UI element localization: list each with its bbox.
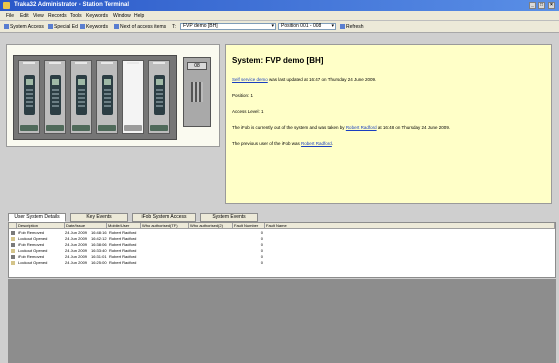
menu-window[interactable]: Window xyxy=(113,13,131,19)
menu-edit[interactable]: Edit xyxy=(20,13,29,19)
tab-ifob-system-access[interactable]: iFob System Access xyxy=(132,213,196,222)
position-select[interactable]: Position 001 - 008 ▾ xyxy=(278,23,336,30)
tab-system-events[interactable]: System Events xyxy=(200,213,258,222)
menu-file[interactable]: File xyxy=(6,13,14,19)
next-access-button[interactable]: Next of access items xyxy=(114,24,166,30)
cabinet-slot[interactable] xyxy=(18,60,40,134)
chevron-down-icon: ▾ xyxy=(331,23,334,29)
user-link[interactable]: Robert Radford xyxy=(346,125,377,130)
combo-label: T: xyxy=(172,24,176,30)
refresh-button[interactable]: Refresh xyxy=(340,24,364,30)
chevron-down-icon: ▾ xyxy=(271,23,274,29)
ifob-icon xyxy=(50,75,61,115)
ifob-icon xyxy=(76,75,87,115)
refresh-icon xyxy=(340,24,345,29)
row-icon xyxy=(11,237,15,241)
ifob-icon xyxy=(102,75,113,115)
info-line-access-level: Access Level: 1 xyxy=(232,109,264,114)
column-header-icon xyxy=(9,223,17,229)
column-header-fault-number[interactable]: Fault Number xyxy=(233,223,265,229)
keypad-unit: 08 xyxy=(183,57,211,127)
row-icon xyxy=(11,249,15,253)
keyword-icon xyxy=(80,24,85,29)
row-icon xyxy=(11,261,15,265)
column-header-authorised-1[interactable]: Who authorised(TF) xyxy=(141,223,189,229)
info-panel: System: FVP demo [BH] Self service demo … xyxy=(225,44,552,204)
menu-records[interactable]: Records xyxy=(48,13,67,19)
column-header-authorised-2[interactable]: Who authorised(2) xyxy=(189,223,233,229)
system-access-button[interactable]: System Access xyxy=(4,24,44,30)
info-line-status: The iFob is currently out of the system … xyxy=(232,125,451,130)
menu-bar: File Edit View Records Tools Keywords Wi… xyxy=(0,11,559,21)
keypad-display: 08 xyxy=(187,62,207,70)
table-row[interactable]: Lockout Opened 24 Jun 2009 16:25:00 Robe… xyxy=(9,260,555,266)
cabinet-slot[interactable] xyxy=(70,60,92,134)
ifob-icon xyxy=(24,75,35,115)
key-cabinet xyxy=(13,55,177,140)
tab-key-events[interactable]: Key Events xyxy=(70,213,128,222)
key-icon xyxy=(48,24,53,29)
maximize-button[interactable]: □ xyxy=(538,2,545,9)
app-icon xyxy=(3,2,10,9)
menu-view[interactable]: View xyxy=(33,13,44,19)
column-header-description[interactable]: Description xyxy=(17,223,65,229)
menu-help[interactable]: Help xyxy=(134,13,144,19)
row-icon xyxy=(11,255,15,259)
info-line-updated: Self service demo was last updated at 16… xyxy=(232,77,377,82)
window-title: Traka32 Administrator - Station Terminal xyxy=(14,2,130,8)
empty-workspace xyxy=(8,279,556,363)
menu-keywords[interactable]: Keywords xyxy=(86,13,108,19)
ifob-icon xyxy=(154,75,165,115)
row-icon xyxy=(11,231,15,235)
next-icon xyxy=(114,24,119,29)
title-bar: Traka32 Administrator - Station Terminal… xyxy=(0,0,559,11)
column-header-fault-name[interactable]: Fault Name xyxy=(265,223,555,229)
column-header-date[interactable]: Date/Issue xyxy=(65,223,107,229)
system-title: System: FVP demo [BH] xyxy=(232,56,324,65)
keypad-icon xyxy=(191,82,203,102)
minimize-button[interactable]: _ xyxy=(529,2,536,9)
events-table[interactable]: Description Date/Issue Mobile/User Who a… xyxy=(8,222,556,278)
cabinet-slot-empty[interactable] xyxy=(122,60,144,134)
toolbar: System Access Special Ed Keywords Next o… xyxy=(0,21,559,33)
user-icon xyxy=(4,24,9,29)
cabinet-panel: 08 xyxy=(6,44,220,147)
cabinet-slot[interactable] xyxy=(148,60,170,134)
cabinet-slot[interactable] xyxy=(44,60,66,134)
info-line-position: Position: 1 xyxy=(232,93,254,98)
keywords-button[interactable]: Keywords xyxy=(80,24,108,30)
cabinet-slot[interactable] xyxy=(96,60,118,134)
tab-user-system-details[interactable]: User System Details xyxy=(8,213,66,222)
close-button[interactable]: × xyxy=(548,2,555,9)
column-header-user[interactable]: Mobile/User xyxy=(107,223,141,229)
system-select[interactable]: FVP demo [BH] ▾ xyxy=(180,23,276,30)
row-icon xyxy=(11,243,15,247)
menu-tools[interactable]: Tools xyxy=(70,13,82,19)
self-service-link[interactable]: Self service demo xyxy=(232,77,268,82)
previous-user-link[interactable]: Robert Radford xyxy=(301,141,332,146)
info-line-previous-user: The previous user of the iFob was Robert… xyxy=(232,141,334,146)
special-button[interactable]: Special Ed xyxy=(48,24,78,30)
